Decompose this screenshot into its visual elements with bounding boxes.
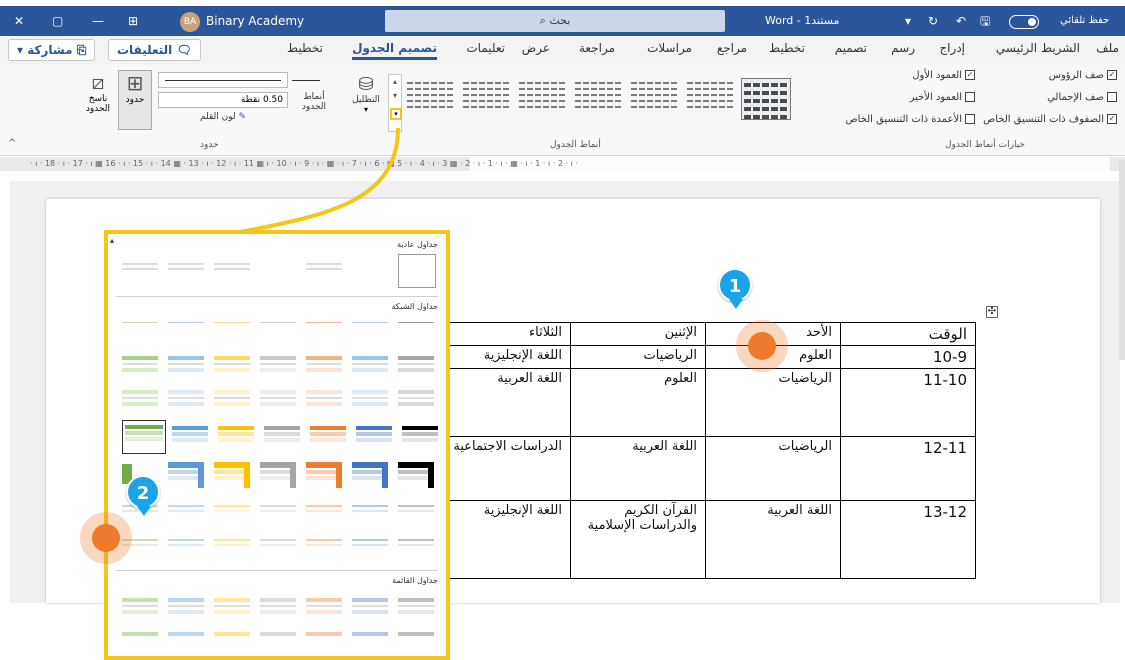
- table-style-option[interactable]: [168, 502, 204, 528]
- table-style-option[interactable]: [264, 424, 300, 450]
- table-styles-panel: ▴ جداول عادية جداول الشبكة جداول القائمة: [104, 230, 450, 660]
- table-style-option[interactable]: [352, 354, 388, 380]
- table-style-option[interactable]: [122, 630, 158, 656]
- table-style-option[interactable]: [260, 462, 296, 488]
- table-style-option[interactable]: [352, 462, 388, 488]
- table-style-option[interactable]: [214, 536, 250, 562]
- table-style-option[interactable]: [306, 354, 342, 380]
- table-style-option[interactable]: [398, 536, 434, 562]
- section-grid-tables: جداول الشبكة: [391, 302, 438, 311]
- table-style-option[interactable]: [168, 260, 204, 286]
- table-style-option[interactable]: [352, 502, 388, 528]
- section-list-tables: جداول القائمة: [392, 576, 438, 585]
- table-style-option[interactable]: [306, 536, 342, 562]
- table-style-option[interactable]: [122, 320, 158, 346]
- table-style-option[interactable]: [260, 320, 296, 346]
- table-style-option[interactable]: [168, 596, 204, 622]
- table-style-option[interactable]: [168, 630, 204, 656]
- table-style-option-selected[interactable]: [122, 420, 166, 454]
- table-style-option[interactable]: [168, 320, 204, 346]
- table-style-option[interactable]: [352, 630, 388, 656]
- table-style-option[interactable]: [398, 462, 434, 488]
- table-style-option[interactable]: [168, 536, 204, 562]
- table-style-option[interactable]: [398, 596, 434, 622]
- table-style-option[interactable]: [260, 536, 296, 562]
- table-style-option[interactable]: [398, 630, 434, 656]
- table-style-option[interactable]: [352, 596, 388, 622]
- table-style-option[interactable]: [398, 320, 434, 346]
- table-style-option[interactable]: [310, 424, 346, 450]
- panel-scroll-up-icon[interactable]: ▴: [110, 236, 114, 245]
- table-style-option[interactable]: [260, 388, 296, 414]
- table-style-option[interactable]: [214, 320, 250, 346]
- panel-separator: [116, 570, 438, 571]
- panel-separator: [116, 296, 438, 297]
- table-style-option[interactable]: [214, 502, 250, 528]
- table-style-option[interactable]: [122, 388, 158, 414]
- table-style-option[interactable]: [352, 388, 388, 414]
- table-style-option[interactable]: [168, 388, 204, 414]
- table-style-option[interactable]: [122, 354, 158, 380]
- table-style-option[interactable]: [398, 388, 434, 414]
- table-style-option[interactable]: [218, 424, 254, 450]
- table-style-option[interactable]: [168, 462, 204, 488]
- table-style-option[interactable]: [398, 354, 434, 380]
- table-style-option[interactable]: [356, 424, 392, 450]
- table-style-option[interactable]: [214, 462, 250, 488]
- table-style-option[interactable]: [306, 320, 342, 346]
- table-style-option[interactable]: [352, 536, 388, 562]
- table-style-option[interactable]: [306, 502, 342, 528]
- section-plain-tables: جداول عادية: [397, 240, 438, 249]
- click-indicator-2: [80, 512, 132, 564]
- table-style-plain-selected[interactable]: [398, 254, 436, 288]
- table-style-option[interactable]: [172, 424, 208, 450]
- table-style-option[interactable]: [260, 596, 296, 622]
- table-style-option[interactable]: [306, 462, 342, 488]
- click-indicator-1: [736, 320, 788, 372]
- table-style-option[interactable]: [398, 502, 434, 528]
- table-style-option[interactable]: [214, 596, 250, 622]
- table-style-option[interactable]: [214, 388, 250, 414]
- table-style-option[interactable]: [122, 596, 158, 622]
- table-style-option[interactable]: [352, 320, 388, 346]
- table-style-option[interactable]: [260, 630, 296, 656]
- table-style-option[interactable]: [168, 354, 204, 380]
- table-style-option[interactable]: [260, 354, 296, 380]
- table-style-option[interactable]: [214, 260, 250, 286]
- table-style-option[interactable]: [260, 502, 296, 528]
- vertical-scrollbar[interactable]: [1119, 160, 1125, 360]
- table-style-option[interactable]: [306, 388, 342, 414]
- table-style-option[interactable]: [306, 596, 342, 622]
- table-style-option[interactable]: [306, 260, 342, 286]
- table-style-option[interactable]: [214, 630, 250, 656]
- step-badge-2: 2: [126, 475, 160, 516]
- table-style-option[interactable]: [306, 630, 342, 656]
- step-badge-1: 1: [718, 268, 752, 309]
- table-style-option[interactable]: [214, 354, 250, 380]
- table-style-option[interactable]: [122, 260, 158, 286]
- table-style-option[interactable]: [402, 424, 438, 450]
